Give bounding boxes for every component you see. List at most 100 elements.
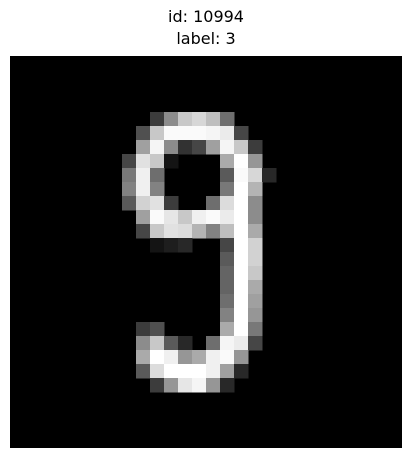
pixel	[248, 322, 263, 337]
pixel	[234, 196, 249, 211]
pixel	[150, 154, 165, 169]
pixel	[220, 336, 235, 351]
pixel	[150, 210, 165, 225]
pixel	[234, 308, 249, 323]
pixel	[150, 112, 165, 127]
pixel	[206, 126, 221, 141]
pixel	[220, 350, 235, 365]
pixel	[150, 182, 165, 197]
digit-pixel-grid	[10, 56, 402, 448]
pixel	[248, 308, 263, 323]
pixel	[248, 210, 263, 225]
pixel	[234, 238, 249, 253]
pixel	[206, 224, 221, 239]
pixel	[220, 140, 235, 155]
pixel	[220, 322, 235, 337]
pixel	[122, 182, 137, 197]
pixel	[234, 140, 249, 155]
pixel	[136, 350, 151, 365]
pixel	[136, 182, 151, 197]
pixel	[234, 364, 249, 379]
pixel	[220, 126, 235, 141]
pixel	[150, 350, 165, 365]
pixel	[192, 140, 207, 155]
pixel	[164, 196, 179, 211]
pixel	[234, 126, 249, 141]
pixel	[150, 140, 165, 155]
pixel	[220, 210, 235, 225]
pixel	[248, 154, 263, 169]
pixel	[248, 238, 263, 253]
pixel	[150, 336, 165, 351]
id-label: id: 10994	[168, 7, 244, 26]
class-label: label: 3	[176, 29, 236, 48]
pixel	[150, 126, 165, 141]
pixel	[178, 350, 193, 365]
pixel	[248, 266, 263, 281]
pixel	[150, 196, 165, 211]
pixel	[150, 378, 165, 393]
pixel	[150, 364, 165, 379]
pixel	[192, 224, 207, 239]
pixel	[178, 238, 193, 253]
pixel	[164, 224, 179, 239]
pixel	[234, 350, 249, 365]
pixel	[234, 168, 249, 183]
digit-image	[10, 56, 402, 448]
pixel	[192, 210, 207, 225]
pixel	[248, 196, 263, 211]
pixel	[206, 336, 221, 351]
pixel	[220, 364, 235, 379]
pixel	[178, 336, 193, 351]
pixel	[220, 154, 235, 169]
pixel	[248, 336, 263, 351]
pixel	[234, 294, 249, 309]
pixel	[220, 168, 235, 183]
pixel	[234, 154, 249, 169]
pixel	[234, 210, 249, 225]
pixel	[136, 126, 151, 141]
pixel	[234, 252, 249, 267]
pixel	[164, 378, 179, 393]
pixel	[220, 308, 235, 323]
pixel	[206, 140, 221, 155]
pixel	[248, 182, 263, 197]
pixel	[150, 224, 165, 239]
pixel	[164, 154, 179, 169]
pixel	[248, 224, 263, 239]
pixel	[192, 350, 207, 365]
pixel	[164, 112, 179, 127]
pixel	[206, 364, 221, 379]
pixel	[178, 378, 193, 393]
pixel	[164, 140, 179, 155]
pixel	[234, 182, 249, 197]
pixel	[206, 378, 221, 393]
pixel	[248, 168, 263, 183]
pixel	[178, 126, 193, 141]
pixel	[206, 112, 221, 127]
pixel	[220, 378, 235, 393]
pixel	[164, 336, 179, 351]
pixel	[192, 378, 207, 393]
pixel	[164, 364, 179, 379]
pixel	[136, 196, 151, 211]
pixel	[122, 168, 137, 183]
pixel	[206, 196, 221, 211]
pixel	[122, 196, 137, 211]
pixel	[206, 350, 221, 365]
pixel	[136, 168, 151, 183]
pixel	[220, 112, 235, 127]
pixel	[178, 210, 193, 225]
pixel	[248, 294, 263, 309]
pixel	[234, 224, 249, 239]
pixel	[164, 238, 179, 253]
pixel	[164, 126, 179, 141]
pixel	[136, 140, 151, 155]
pixel	[164, 350, 179, 365]
pixel	[150, 322, 165, 337]
figure-title: id: 10994 label: 3	[0, 6, 412, 50]
pixel	[234, 322, 249, 337]
pixel	[220, 196, 235, 211]
pixel	[262, 168, 277, 183]
pixel	[220, 238, 235, 253]
